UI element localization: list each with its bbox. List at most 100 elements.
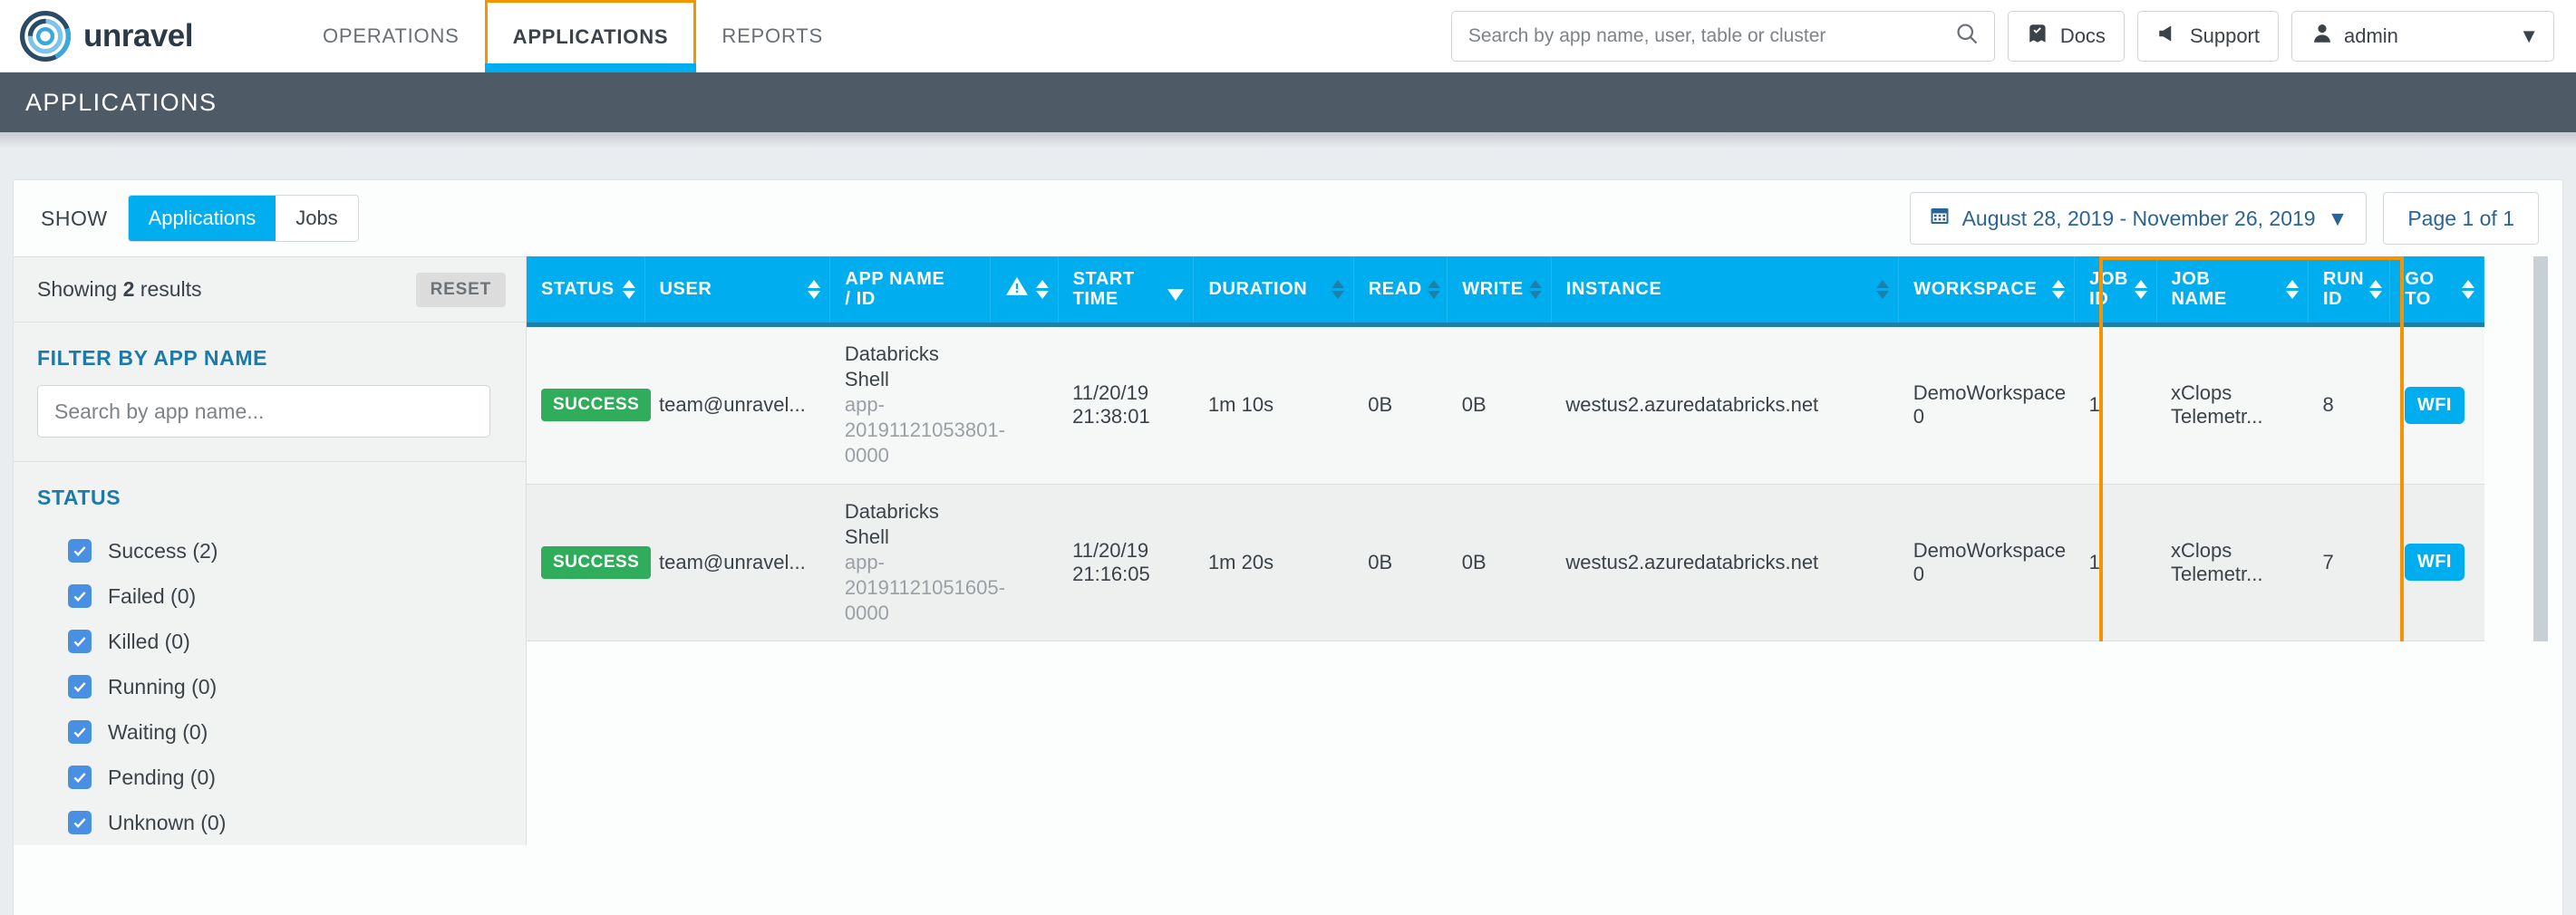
status-checkbox-list: Success (2) Failed (0) Killed (0) Runnin… bbox=[37, 525, 502, 845]
filters-sidebar: Showing 2 results RESET FILTER BY APP NA… bbox=[14, 256, 527, 845]
toolbar: SHOW Applications Jobs August 28, 2019 -… bbox=[14, 180, 2562, 256]
wfi-button[interactable]: WFI bbox=[2404, 386, 2465, 424]
nav-item-reports[interactable]: REPORTS bbox=[696, 0, 848, 72]
global-search[interactable] bbox=[1450, 10, 1995, 62]
showing-count: 2 bbox=[122, 277, 135, 301]
chevron-down-icon[interactable]: ▼ bbox=[2328, 207, 2348, 231]
sort-toggle-icon[interactable] bbox=[2369, 279, 2383, 299]
filter-by-app-name-title: FILTER BY APP NAME bbox=[37, 346, 268, 370]
table-row[interactable]: SUCCESS team@unravel... Databricks Shell… bbox=[527, 324, 2484, 485]
user-menu-button[interactable]: admin ▼ bbox=[2291, 10, 2554, 62]
cell-start-time: 11/20/19 21:16:05 bbox=[1058, 484, 1194, 642]
status-checkbox-running[interactable]: Running (0) bbox=[68, 664, 502, 709]
show-mode-segmented-control: Applications Jobs bbox=[127, 195, 359, 242]
col-label: READ bbox=[1368, 279, 1422, 300]
sort-toggle-icon[interactable] bbox=[1528, 279, 1542, 299]
cell-go-to: WFI bbox=[2389, 324, 2484, 485]
toolbar-right-group: August 28, 2019 - November 26, 2019 ▼ Pa… bbox=[1909, 192, 2539, 245]
col-label: WORKSPACE bbox=[1913, 279, 2038, 300]
nav-item-applications[interactable]: APPLICATIONS bbox=[484, 0, 697, 72]
checkbox-checked-icon[interactable] bbox=[68, 539, 92, 563]
cell-job-name: xClops Telemetr... bbox=[2156, 484, 2309, 642]
col-label: GO TO bbox=[2405, 269, 2435, 310]
status-checkbox-waiting[interactable]: Waiting (0) bbox=[68, 709, 502, 755]
col-header-duration[interactable]: DURATION bbox=[1193, 256, 1354, 327]
top-navigation-bar: unravel OPERATIONS APPLICATIONS REPORTS … bbox=[0, 0, 2576, 72]
col-header-user[interactable]: USER bbox=[644, 256, 831, 327]
sort-toggle-icon[interactable] bbox=[1331, 279, 1344, 299]
support-button[interactable]: Support bbox=[2136, 10, 2279, 62]
col-header-run-id[interactable]: RUN ID bbox=[2308, 256, 2391, 327]
megaphone-icon bbox=[2156, 22, 2180, 51]
cell-workspace: DemoWorkspace 0 bbox=[1898, 324, 2075, 485]
sort-toggle-icon[interactable] bbox=[622, 279, 635, 299]
start-time-clock: 21:16:05 bbox=[1072, 562, 1150, 585]
status-checkbox-pending[interactable]: Pending (0) bbox=[68, 755, 502, 800]
segment-applications[interactable]: Applications bbox=[128, 196, 276, 241]
cell-start-time: 11/20/19 21:38:01 bbox=[1058, 324, 1194, 485]
app-name-filter-input[interactable] bbox=[37, 385, 490, 438]
sort-toggle-icon-active-desc[interactable] bbox=[1167, 277, 1185, 301]
segment-jobs[interactable]: Jobs bbox=[276, 196, 358, 241]
brand[interactable]: unravel bbox=[0, 10, 272, 62]
col-header-instance[interactable]: INSTANCE bbox=[1551, 256, 1900, 327]
nav-right-group: Docs Support admin ▼ bbox=[1450, 10, 2576, 62]
col-header-app-name-id[interactable]: APP NAME / ID bbox=[829, 256, 991, 327]
status-label: Waiting (0) bbox=[108, 719, 208, 744]
sort-toggle-icon[interactable] bbox=[1876, 279, 1890, 299]
status-checkbox-success[interactable]: Success (2) bbox=[68, 528, 502, 573]
search-input[interactable] bbox=[1466, 24, 1954, 48]
table-row[interactable]: SUCCESS team@unravel... Databricks Shell… bbox=[527, 484, 2484, 642]
status-checkbox-unknown[interactable]: Unknown (0) bbox=[68, 800, 502, 845]
col-header-workspace[interactable]: WORKSPACE bbox=[1898, 256, 2076, 327]
date-range-picker[interactable]: August 28, 2019 - November 26, 2019 ▼ bbox=[1909, 192, 2368, 245]
cell-job-name: xClops Telemetr... bbox=[2156, 324, 2309, 485]
docs-button[interactable]: Docs bbox=[2007, 10, 2125, 62]
sort-toggle-icon[interactable] bbox=[2052, 279, 2066, 299]
col-label: JOB NAME bbox=[2171, 269, 2227, 310]
docs-label: Docs bbox=[2059, 24, 2106, 47]
checkbox-checked-icon[interactable] bbox=[68, 584, 92, 608]
cell-job-id: 1 bbox=[2074, 324, 2157, 485]
search-icon[interactable] bbox=[1954, 21, 1980, 51]
checkbox-checked-icon[interactable] bbox=[68, 675, 92, 698]
checkbox-checked-icon[interactable] bbox=[68, 811, 92, 834]
checkbox-checked-icon[interactable] bbox=[68, 766, 92, 789]
wfi-button[interactable]: WFI bbox=[2404, 544, 2465, 582]
col-header-read[interactable]: READ bbox=[1353, 256, 1448, 327]
status-label: Killed (0) bbox=[108, 629, 190, 653]
sort-toggle-icon[interactable] bbox=[2462, 279, 2474, 299]
status-checkbox-killed[interactable]: Killed (0) bbox=[68, 619, 502, 664]
sort-toggle-icon[interactable] bbox=[1427, 279, 1440, 299]
col-header-status[interactable]: STATUS bbox=[527, 256, 645, 327]
col-label: APP NAME / ID bbox=[845, 269, 945, 310]
cell-user: team@unravel... bbox=[644, 484, 830, 642]
col-header-write[interactable]: WRITE bbox=[1447, 256, 1552, 327]
col-header-job-name[interactable]: JOB NAME bbox=[2156, 256, 2309, 327]
start-time-date: 11/20/19 bbox=[1072, 381, 1149, 405]
col-label: STATUS bbox=[541, 279, 615, 300]
app-id: app-20191121053801-0000 bbox=[844, 393, 1005, 467]
cell-app-name-id: Databricks Shell app-20191121051605-0000 bbox=[829, 484, 1005, 642]
col-header-job-id[interactable]: JOB ID bbox=[2074, 256, 2157, 327]
sort-toggle-icon[interactable] bbox=[1035, 279, 1049, 299]
user-icon bbox=[2310, 22, 2334, 51]
col-header-go-to[interactable]: GO TO bbox=[2389, 256, 2484, 327]
sort-toggle-icon[interactable] bbox=[2285, 279, 2299, 299]
vertical-scrollbar[interactable] bbox=[2533, 256, 2548, 642]
sort-toggle-icon[interactable] bbox=[808, 279, 821, 299]
status-filter-title: STATUS bbox=[37, 486, 121, 509]
page-indicator[interactable]: Page 1 of 1 bbox=[2383, 192, 2539, 245]
cell-instance: westus2.azuredatabricks.net bbox=[1551, 484, 1899, 642]
chevron-down-icon[interactable]: ▼ bbox=[2519, 24, 2539, 48]
sort-toggle-icon[interactable] bbox=[2134, 279, 2147, 299]
nav-item-operations[interactable]: OPERATIONS bbox=[297, 0, 485, 72]
col-header-alert[interactable] bbox=[990, 256, 1059, 327]
reset-filters-button[interactable]: RESET bbox=[415, 272, 506, 307]
status-checkbox-failed[interactable]: Failed (0) bbox=[68, 573, 502, 619]
checkbox-checked-icon[interactable] bbox=[68, 630, 92, 653]
status-label: Pending (0) bbox=[108, 765, 216, 789]
checkbox-checked-icon[interactable] bbox=[68, 720, 92, 744]
cell-duration: 1m 10s bbox=[1193, 324, 1354, 485]
col-header-start-time[interactable]: START TIME bbox=[1058, 256, 1195, 327]
